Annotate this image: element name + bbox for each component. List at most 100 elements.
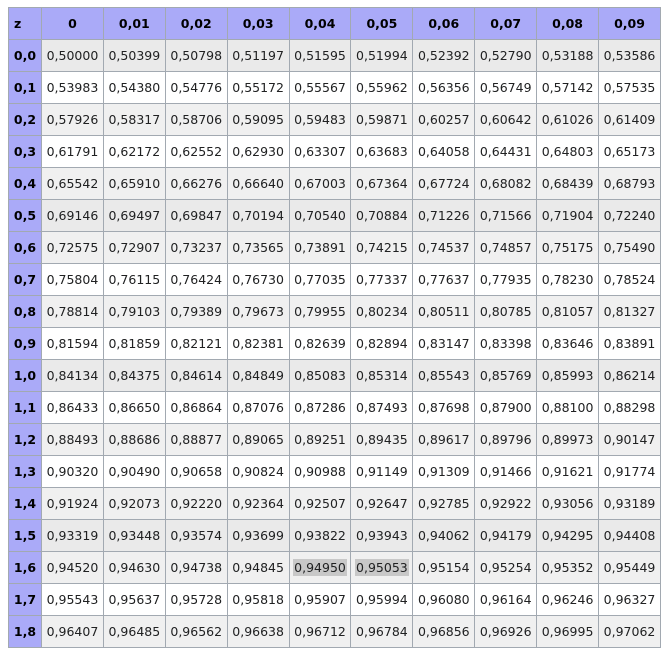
- table-cell: 0,69847: [164, 199, 228, 232]
- table-cell: 0,62552: [164, 135, 228, 168]
- table-cell: 0,95053: [350, 551, 414, 584]
- table-cell: 0,60642: [474, 103, 538, 136]
- table-cell: 0,61409: [598, 103, 661, 136]
- table-row: 1,8 0,96407 0,96485 0,96562 0,96638 0,96712 0,…: [8, 615, 661, 648]
- table-cell: 0,96246: [536, 583, 600, 616]
- table-cell: 0,85769: [474, 359, 538, 392]
- table-cell: 0,78230: [536, 263, 600, 296]
- header-col-8: 0,08: [536, 7, 600, 40]
- table-cell: 0,94295: [536, 519, 600, 552]
- table-cell: 0,54776: [164, 71, 228, 104]
- table-cell: 0,95994: [350, 583, 414, 616]
- table-cell: 0,62930: [226, 135, 290, 168]
- table-cell: 0,89973: [536, 423, 600, 456]
- table-cell: 0,55567: [288, 71, 352, 104]
- table-row: 1,7 0,95543 0,95637 0,95728 0,95818 0,95907 0,…: [8, 583, 661, 616]
- table-cell: 0,83147: [412, 327, 476, 360]
- table-cell: 0,81057: [536, 295, 600, 328]
- table-cell: 0,71904: [536, 199, 600, 232]
- table-cell: 0,88686: [102, 423, 166, 456]
- table-cell: 0,96485: [102, 615, 166, 648]
- table-cell: 0,59095: [226, 103, 290, 136]
- table-cell: 0,96407: [41, 615, 104, 648]
- table-cell: 0,85083: [288, 359, 352, 392]
- table-cell: 0,69497: [102, 199, 166, 232]
- table-cell: 0,95543: [41, 583, 104, 616]
- table-cell: 0,87286: [288, 391, 352, 424]
- table-cell: 0,93822: [288, 519, 352, 552]
- table-cell: 0,70540: [288, 199, 352, 232]
- z-table: z 0 0,01 0,02 0,03 0,04 0,05 0,06 0,07 0…: [8, 7, 661, 648]
- table-cell: 0,85993: [536, 359, 600, 392]
- table-cell: 0,84614: [164, 359, 228, 392]
- row-z-label: 1,8: [8, 615, 42, 648]
- table-cell: 0,92922: [474, 487, 538, 520]
- table-cell: 0,52392: [412, 39, 476, 72]
- table-cell: 0,79103: [102, 295, 166, 328]
- table-row: 0,8 0,78814 0,79103 0,79389 0,79673 0,79955 0,…: [8, 295, 661, 328]
- table-cell: 0,94845: [226, 551, 290, 584]
- table-cell: 0,79955: [288, 295, 352, 328]
- table-cell: 0,80511: [412, 295, 476, 328]
- table-cell: 0,77637: [412, 263, 476, 296]
- table-cell: 0,90658: [164, 455, 228, 488]
- table-cell: 0,91309: [412, 455, 476, 488]
- table-cell: 0,96638: [226, 615, 290, 648]
- table-cell: 0,83646: [536, 327, 600, 360]
- table-row: 1,6 0,94520 0,94630 0,94738 0,94845 0,94950 0,…: [8, 551, 661, 584]
- row-z-label: 1,7: [8, 583, 42, 616]
- table-cell: 0,89796: [474, 423, 538, 456]
- table-cell: 0,80234: [350, 295, 414, 328]
- row-z-label: 0,8: [8, 295, 42, 328]
- table-row: 1,4 0,91924 0,92073 0,92220 0,92364 0,92507 0,…: [8, 487, 661, 520]
- header-col-0: 0: [41, 7, 104, 40]
- table-row: 1,0 0,84134 0,84375 0,84614 0,84849 0,85083 0,…: [8, 359, 661, 392]
- table-cell: 0,92785: [412, 487, 476, 520]
- table-cell: 0,88298: [598, 391, 661, 424]
- row-z-label: 1,1: [8, 391, 42, 424]
- table-cell: 0,88877: [164, 423, 228, 456]
- table-cell: 0,91774: [598, 455, 661, 488]
- table-cell: 0,90490: [102, 455, 166, 488]
- row-z-label: 1,0: [8, 359, 42, 392]
- table-cell: 0,93189: [598, 487, 661, 520]
- table-cell: 0,74215: [350, 231, 414, 264]
- table-cell: 0,87493: [350, 391, 414, 424]
- table-cell: 0,56749: [474, 71, 538, 104]
- header-col-4: 0,04: [288, 7, 352, 40]
- table-cell: 0,94950: [288, 551, 352, 584]
- row-z-label: 0,4: [8, 167, 42, 200]
- table-cell: 0,89617: [412, 423, 476, 456]
- table-cell: 0,72907: [102, 231, 166, 264]
- table-cell: 0,95637: [102, 583, 166, 616]
- table-cell: 0,61791: [41, 135, 104, 168]
- table-cell: 0,85314: [350, 359, 414, 392]
- table-cell: 0,70884: [350, 199, 414, 232]
- table-cell: 0,92220: [164, 487, 228, 520]
- table-cell: 0,85543: [412, 359, 476, 392]
- table-row: 0,4 0,65542 0,65910 0,66276 0,66640 0,67003 0,…: [8, 167, 661, 200]
- table-cell: 0,86864: [164, 391, 228, 424]
- table-cell: 0,68793: [598, 167, 661, 200]
- header-col-6: 0,06: [412, 7, 476, 40]
- row-z-label: 1,5: [8, 519, 42, 552]
- table-cell: 0,94179: [474, 519, 538, 552]
- table-cell: 0,51994: [350, 39, 414, 72]
- table-cell: 0,95449: [598, 551, 661, 584]
- table-cell: 0,77035: [288, 263, 352, 296]
- table-cell: 0,84849: [226, 359, 290, 392]
- table-cell: 0,95254: [474, 551, 538, 584]
- table-cell: 0,94630: [102, 551, 166, 584]
- table-cell: 0,87076: [226, 391, 290, 424]
- table-cell: 0,89065: [226, 423, 290, 456]
- table-cell: 0,57535: [598, 71, 661, 104]
- table-cell: 0,83891: [598, 327, 661, 360]
- table-cell: 0,75175: [536, 231, 600, 264]
- table-cell: 0,86650: [102, 391, 166, 424]
- table-cell: 0,83398: [474, 327, 538, 360]
- table-cell: 0,96080: [412, 583, 476, 616]
- table-row: 0,9 0,81594 0,81859 0,82121 0,82381 0,82639 0,…: [8, 327, 661, 360]
- table-cell: 0,73565: [226, 231, 290, 264]
- table-cell: 0,84375: [102, 359, 166, 392]
- table-cell: 0,96926: [474, 615, 538, 648]
